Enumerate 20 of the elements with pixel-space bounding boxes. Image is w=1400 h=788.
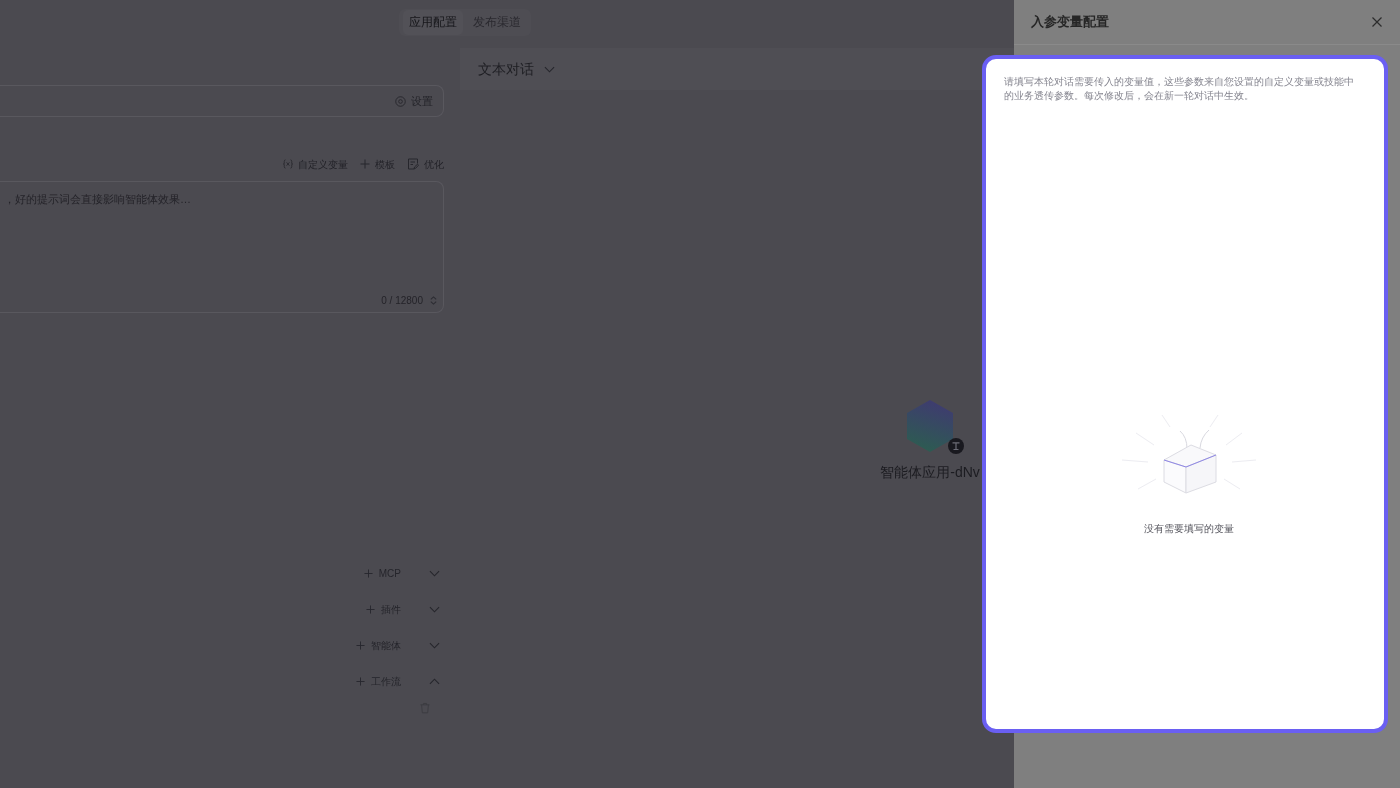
close-icon[interactable] <box>1372 17 1382 27</box>
braces-icon <box>283 159 293 169</box>
chevron-down-icon[interactable] <box>429 569 440 577</box>
chevron-up-icon[interactable] <box>429 677 440 685</box>
plus-icon <box>360 159 370 169</box>
up-down-icon[interactable] <box>429 296 438 305</box>
drawer-title: 入参变量配置 <box>1031 13 1109 31</box>
plus-icon <box>356 676 365 686</box>
chevron-down-icon[interactable] <box>429 641 440 649</box>
chevron-down-icon <box>544 65 555 73</box>
plus-icon <box>356 640 365 650</box>
chevron-down-icon[interactable] <box>429 605 440 613</box>
settings-icon <box>395 95 406 107</box>
text-badge-icon <box>948 438 964 454</box>
hexagon-avatar-icon <box>907 400 953 452</box>
plus-icon <box>363 568 373 578</box>
description-text: 请填写本轮对话需要传入的变量值，这些参数来自您设置的自定义变量或技能中的业务透传参数。每次修改后，会在新一轮对话中生效。 <box>1004 75 1355 103</box>
empty-state-text: 没有需要填写的变量 <box>1143 522 1234 536</box>
edit-document-icon <box>407 158 419 170</box>
plus-icon <box>366 604 375 614</box>
